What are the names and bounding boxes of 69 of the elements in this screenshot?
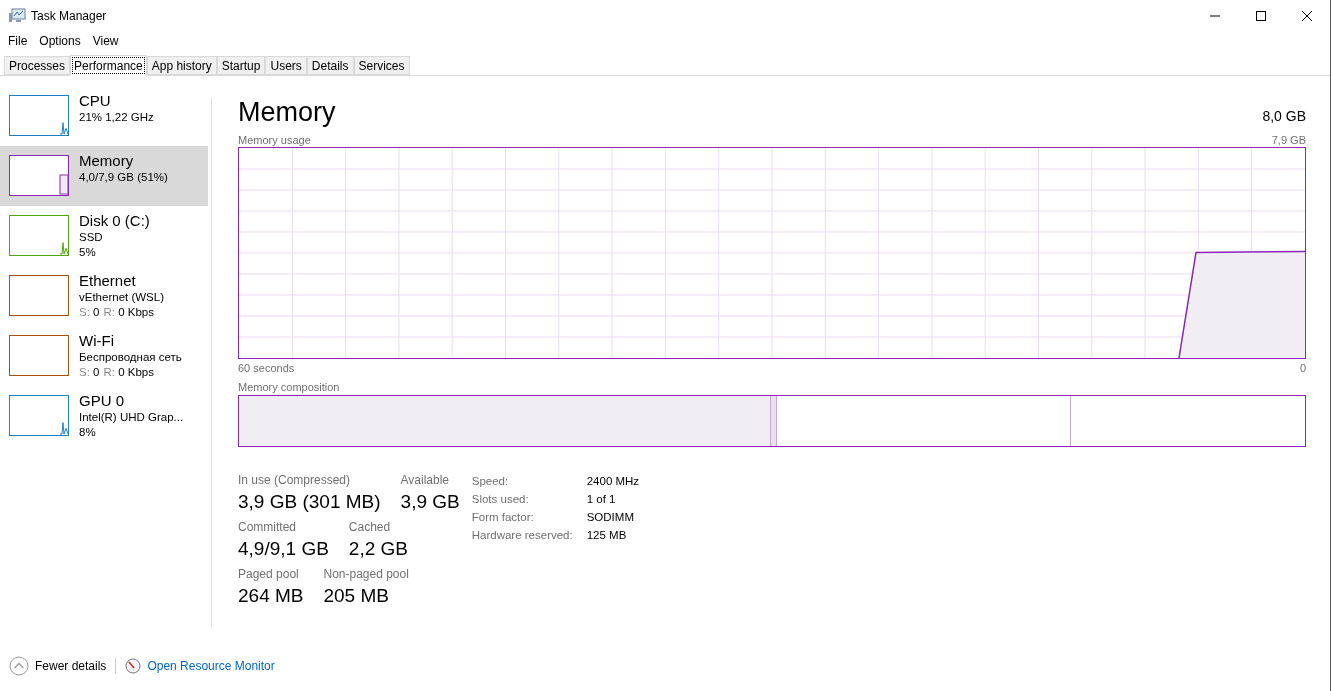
menu-item[interactable]: Options xyxy=(33,32,87,50)
chart-label: Memory usage xyxy=(238,133,311,147)
tab[interactable]: Processes xyxy=(4,56,71,75)
stat-label: Paged pool xyxy=(238,566,300,582)
maximize-icon xyxy=(1256,10,1266,21)
stat-label: Cached xyxy=(348,519,392,535)
detail-label: Slots used: xyxy=(471,492,530,507)
detail-value: 1 of 1 xyxy=(586,492,617,507)
detail-value: 125 MB xyxy=(586,528,628,543)
stat-label: In use (Compressed) xyxy=(238,472,352,488)
sidebar-item[interactable]: Memory 4,0/7,9 GB (51%) xyxy=(0,146,208,206)
stat-value: 4,9/9,1 GB xyxy=(238,537,329,561)
stat-value: 205 MB xyxy=(323,584,390,608)
sidebar-item[interactable]: Disk 0 (C:) SSD 5% xyxy=(0,206,208,266)
sidebar-item[interactable]: GPU 0 Intel(R) UHD Grap... 8% xyxy=(0,386,208,446)
time-axis-label: 60 seconds xyxy=(238,360,295,376)
item-name: Wi-Fi xyxy=(79,332,115,350)
menu-item[interactable]: File xyxy=(2,32,34,50)
item-name: GPU 0 xyxy=(79,392,125,410)
item-name: Memory xyxy=(79,152,135,170)
monitor-icon xyxy=(9,8,26,23)
item-detail: 8% xyxy=(79,425,97,440)
item-detail: Intel(R) UHD Grap... xyxy=(79,410,184,425)
tab[interactable]: Details xyxy=(306,56,354,75)
item-detail: 5% xyxy=(79,245,97,260)
gauge-icon xyxy=(125,658,142,674)
sidebar-item[interactable]: CPU 21% 1,22 GHz xyxy=(0,86,208,146)
stat-label: Non-paged pool xyxy=(323,566,409,582)
axis-min-label: 0 xyxy=(1299,360,1306,376)
tab[interactable]: Startup xyxy=(216,56,266,75)
item-detail: SSD xyxy=(79,230,104,245)
total-memory: 8,0 GB xyxy=(1262,107,1306,126)
item-detail: Беспроводная сеть xyxy=(79,350,182,365)
throughput-stat: S: 0 xyxy=(79,365,100,380)
stat-value: 264 MB xyxy=(238,584,304,608)
stat-value: 2,2 GB xyxy=(348,537,408,561)
menu-item[interactable]: View xyxy=(86,32,125,50)
stat-value: 3,9 GB (301 MB) xyxy=(238,490,381,514)
item-name: CPU xyxy=(79,92,112,110)
tab[interactable]: App history xyxy=(146,56,217,75)
fewer-details-button[interactable]: Fewer details xyxy=(35,657,107,675)
detail-label: Speed: xyxy=(471,474,510,489)
item-name: Ethernet xyxy=(79,272,137,290)
detail-label: Form factor: xyxy=(471,510,535,525)
stat-value: 3,9 GB xyxy=(400,490,460,514)
collapse-icon[interactable] xyxy=(9,656,29,676)
item-name: Disk 0 (C:) xyxy=(79,212,150,230)
axis-max-label: 7,9 GB xyxy=(1271,133,1306,147)
sidebar-item[interactable]: Ethernet vEthernet (WSL) S: 0 R: 0 Kbps xyxy=(0,266,208,326)
tab[interactable]: Performance xyxy=(70,55,147,76)
tab[interactable]: Users xyxy=(265,56,307,75)
item-detail: 4,0/7,9 GB (51%) xyxy=(79,170,168,185)
stat-label: Available xyxy=(400,472,451,488)
close-icon xyxy=(1302,10,1312,21)
stat-label: Committed xyxy=(238,519,297,535)
tab[interactable]: Services xyxy=(353,56,410,75)
detail-value: 2400 MHz xyxy=(586,474,640,489)
sidebar-item[interactable]: Wi-Fi Беспроводная сеть S: 0 R: 0 Kbps xyxy=(0,326,208,386)
item-detail: vEthernet (WSL) xyxy=(79,290,164,305)
detail-label: Hardware reserved: xyxy=(471,528,573,543)
item-detail: 21% 1,22 GHz xyxy=(79,110,154,125)
throughput-stat: R: 0 Kbps xyxy=(103,365,154,380)
resource-monitor-link[interactable]: Open Resource Monitor xyxy=(147,657,275,675)
window-title: Task Manager xyxy=(31,7,107,25)
throughput-stat: S: 0 xyxy=(79,305,100,320)
throughput-stat: R: 0 Kbps xyxy=(103,305,154,320)
page-title: Memory xyxy=(238,96,336,128)
detail-value: SODIMM xyxy=(586,510,635,525)
chart-label: Memory composition xyxy=(238,380,341,395)
